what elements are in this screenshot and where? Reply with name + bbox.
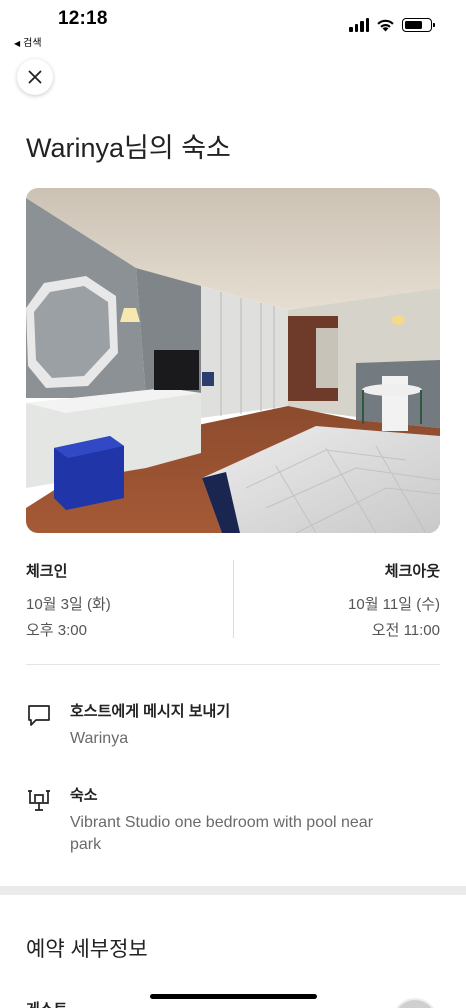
listing-item[interactable]: 숙소 Vibrant Studio one bedroom with pool … xyxy=(26,784,440,856)
status-icons xyxy=(349,18,435,32)
wifi-icon xyxy=(377,19,394,32)
back-to-app-label: 검색 xyxy=(23,38,42,49)
listing-photo[interactable] xyxy=(26,188,440,533)
host-name: Warinya xyxy=(70,730,129,747)
check-in-date: 10월 3일 (화) xyxy=(26,596,111,613)
check-out-block: 체크아웃 10월 11일 (수) 오전 11:00 xyxy=(348,560,440,644)
listing-name: Vibrant Studio one bedroom with pool nea… xyxy=(70,814,374,853)
status-bar: 12:18 ◀ 검색 xyxy=(0,0,466,56)
check-out-date: 10월 11일 (수) xyxy=(348,596,440,613)
check-in-time: 오후 3:00 xyxy=(26,622,87,639)
back-triangle-icon: ◀ xyxy=(14,39,21,48)
message-host-title: 호스트에게 메시지 보내기 xyxy=(70,703,231,720)
avatar xyxy=(392,998,438,1008)
divider xyxy=(26,664,440,665)
close-button[interactable] xyxy=(17,59,53,95)
listing-title: 숙소 xyxy=(70,787,98,804)
cellular-signal-icon xyxy=(349,18,369,32)
battery-icon xyxy=(402,18,435,32)
message-host-text: 호스트에게 메시지 보내기 Warinya xyxy=(70,700,400,750)
check-in-block: 체크인 10월 3일 (화) 오후 3:00 xyxy=(26,560,111,644)
status-time: 12:18 xyxy=(58,8,108,29)
reservation-details-heading: 예약 세부정보 xyxy=(26,938,148,961)
check-in-out-summary: 체크인 10월 3일 (화) 오후 3:00 체크아웃 10월 11일 (수) … xyxy=(26,560,440,640)
listing-text: 숙소 Vibrant Studio one bedroom with pool … xyxy=(70,784,400,856)
check-in-label: 체크인 xyxy=(26,563,68,580)
check-out-label: 체크아웃 xyxy=(384,563,440,580)
chat-bubble-icon xyxy=(28,705,50,726)
back-to-app-link[interactable]: ◀ 검색 xyxy=(14,34,42,49)
check-out-time: 오전 11:00 xyxy=(371,622,440,639)
section-separator xyxy=(0,886,466,895)
check-divider xyxy=(233,560,234,638)
close-icon xyxy=(28,70,42,84)
listing-board-icon xyxy=(28,790,50,811)
home-indicator[interactable] xyxy=(150,994,317,999)
message-host-item[interactable]: 호스트에게 메시지 보내기 Warinya xyxy=(26,700,440,756)
guest-label: 게스트 xyxy=(26,998,67,1008)
page-title: Warinya님의 숙소 xyxy=(26,133,231,163)
